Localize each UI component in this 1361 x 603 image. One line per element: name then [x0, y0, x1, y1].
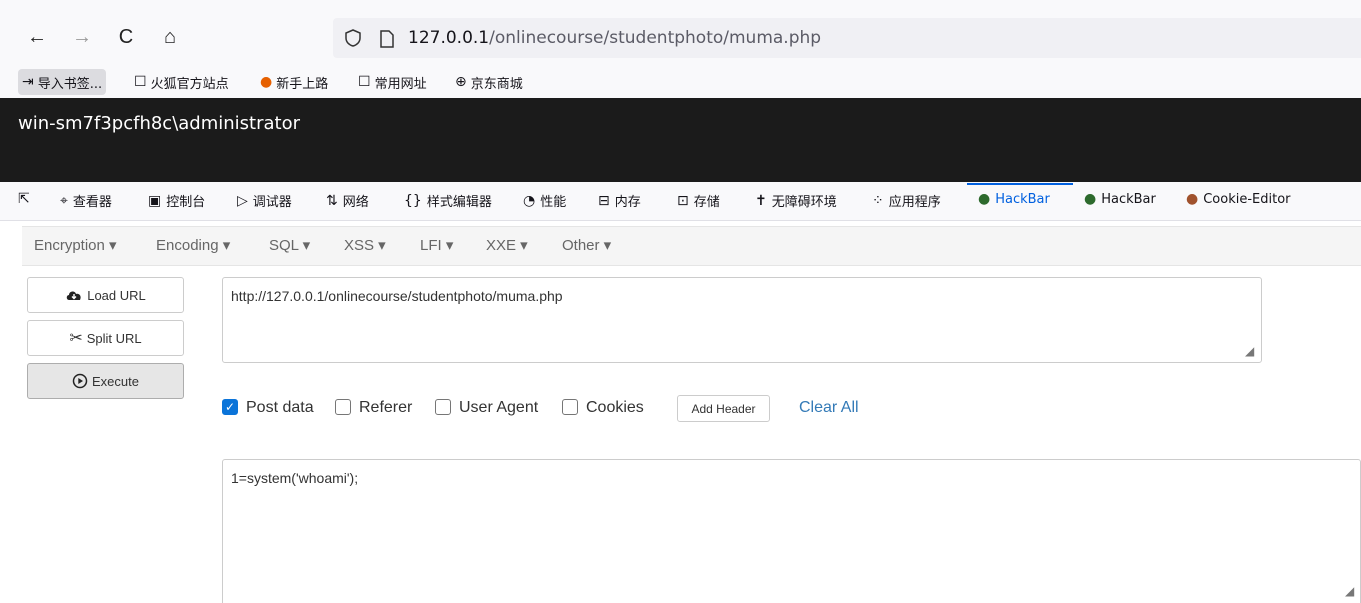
- menu-xss[interactable]: XSS ▾: [344, 236, 386, 254]
- bookmark-label: 新手上路: [276, 76, 329, 92]
- clear-all-link[interactable]: Clear All: [799, 399, 859, 417]
- referer-checkbox[interactable]: [335, 399, 351, 415]
- tab-label: Cookie-Editor: [1203, 191, 1291, 207]
- url-text[interactable]: 127.0.0.1/onlinecourse/studentphoto/muma…: [408, 28, 821, 48]
- tab-label: 调试器: [252, 195, 292, 210]
- split-url-label: Split URL: [86, 330, 142, 346]
- load-url-button[interactable]: Load URL: [27, 277, 184, 313]
- active-tab-indicator: [967, 183, 1073, 185]
- tab-accessibility[interactable]: ✝ 无障碍环境: [755, 191, 837, 211]
- network-icon: ⇅: [326, 192, 338, 209]
- tab-label: 性能: [540, 195, 567, 210]
- memory-icon: ⊟: [598, 192, 610, 209]
- resize-grip-icon[interactable]: ◢: [1345, 584, 1354, 598]
- cookie-icon: ●: [1186, 191, 1199, 207]
- tab-label: HackBar: [1101, 191, 1156, 207]
- execute-label: Execute: [92, 373, 139, 389]
- firefox-icon: ●: [260, 74, 273, 90]
- storage-icon: ⊡: [677, 192, 689, 209]
- style-editor-icon: {}: [404, 192, 422, 209]
- user-agent-checkbox[interactable]: [435, 399, 451, 415]
- post-data-textarea[interactable]: 1=system('whoami');: [222, 459, 1361, 603]
- hackbar-icon: ●: [978, 191, 991, 207]
- split-url-button[interactable]: ✂ Split URL: [27, 320, 184, 356]
- menu-other[interactable]: Other ▾: [562, 236, 611, 254]
- tab-hackbar[interactable]: ● HackBar: [1084, 191, 1156, 207]
- folder-icon: ☐: [134, 74, 147, 90]
- scissors-icon: ✂: [69, 330, 83, 347]
- url-host: 127.0.0.1: [408, 28, 490, 48]
- tab-style-editor[interactable]: {} 样式编辑器: [404, 191, 492, 211]
- resize-grip-icon[interactable]: ◢: [1245, 344, 1254, 358]
- shield-icon[interactable]: [343, 28, 363, 48]
- cookies-label: Cookies: [586, 399, 644, 416]
- load-url-label: Load URL: [87, 287, 146, 303]
- bookmark-getting-started[interactable]: ● 新手上路: [260, 69, 328, 95]
- menu-encoding[interactable]: Encoding ▾: [156, 236, 230, 254]
- tab-label: 控制台: [166, 195, 206, 210]
- tab-performance[interactable]: ◔ 性能: [523, 191, 567, 211]
- tab-label: 网络: [342, 195, 369, 210]
- tab-hackbar-active[interactable]: ● HackBar: [978, 191, 1050, 207]
- tab-console[interactable]: ▣ 控制台: [148, 191, 206, 211]
- menu-xxe[interactable]: XXE ▾: [486, 236, 528, 254]
- back-icon[interactable]: ←: [22, 22, 52, 52]
- bookmark-jd[interactable]: ⊕ 京东商城: [455, 69, 523, 95]
- bookmark-label: 火狐官方站点: [150, 76, 229, 92]
- bookmark-label: 常用网址: [374, 76, 427, 92]
- page-content: [0, 98, 1361, 182]
- tab-network[interactable]: ⇅ 网络: [326, 191, 369, 211]
- tab-debugger[interactable]: ▷ 调试器: [237, 191, 292, 211]
- debugger-icon: ▷: [237, 192, 248, 209]
- referer-label: Referer: [359, 399, 413, 416]
- pick-element-icon[interactable]: ⇱: [18, 191, 35, 207]
- inspector-icon: ⌖: [60, 192, 68, 209]
- tab-label: HackBar: [995, 191, 1050, 207]
- menu-sql[interactable]: SQL ▾: [269, 236, 310, 254]
- page-icon[interactable]: [379, 29, 395, 49]
- execute-button[interactable]: Execute: [27, 363, 184, 399]
- tab-cookie-editor[interactable]: ● Cookie-Editor: [1186, 191, 1291, 207]
- tab-label: 应用程序: [888, 195, 941, 210]
- bookmark-firefox-site[interactable]: ☐ 火狐官方站点: [134, 69, 229, 95]
- import-icon: ⇥: [22, 74, 34, 90]
- tab-label: 样式编辑器: [426, 195, 492, 210]
- home-icon[interactable]: ⌂: [155, 22, 185, 52]
- forward-icon[interactable]: →: [67, 22, 97, 52]
- menu-encryption[interactable]: Encryption ▾: [34, 236, 117, 254]
- post-data-checkbox[interactable]: ✓: [222, 399, 238, 415]
- url-path: /onlinecourse/studentphoto/muma.php: [489, 28, 822, 48]
- menu-lfi[interactable]: LFI ▾: [420, 236, 453, 254]
- performance-icon: ◔: [523, 192, 536, 209]
- cloud-download-icon: [66, 291, 81, 300]
- tab-inspector[interactable]: ⌖ 查看器: [60, 191, 112, 211]
- add-header-button[interactable]: Add Header: [677, 395, 770, 422]
- folder-icon: ☐: [358, 74, 371, 90]
- post-data-label: Post data: [246, 399, 314, 416]
- accessibility-icon: ✝: [755, 192, 767, 209]
- tab-storage[interactable]: ⊡ 存储: [677, 191, 720, 211]
- bookmark-common-sites[interactable]: ☐ 常用网址: [358, 69, 427, 95]
- bookmark-label: 导入书签...: [37, 76, 103, 92]
- reload-icon[interactable]: C: [111, 22, 141, 52]
- hackbar-icon: ●: [1084, 191, 1097, 207]
- tab-application[interactable]: ⁘ 应用程序: [872, 191, 941, 211]
- play-circle-icon: [72, 373, 88, 389]
- tab-label: 查看器: [72, 195, 112, 210]
- tab-memory[interactable]: ⊟ 内存: [598, 191, 641, 211]
- tab-label: 无障碍环境: [771, 195, 837, 210]
- application-icon: ⁘: [872, 192, 884, 209]
- url-value: http://127.0.0.1/onlinecourse/studentpho…: [231, 288, 563, 304]
- post-data-value: 1=system('whoami');: [231, 470, 359, 486]
- url-textarea[interactable]: http://127.0.0.1/onlinecourse/studentpho…: [222, 277, 1262, 363]
- bookmark-label: 京东商城: [470, 76, 523, 92]
- user-agent-label: User Agent: [459, 399, 539, 416]
- command-output: win-sm7f3pcfh8c\administrator: [18, 113, 300, 134]
- bookmark-import[interactable]: ⇥ 导入书签...: [18, 69, 107, 95]
- console-icon: ▣: [148, 192, 162, 209]
- globe-icon: ⊕: [455, 74, 467, 90]
- tab-label: 存储: [693, 195, 720, 210]
- cookies-checkbox[interactable]: [562, 399, 578, 415]
- tab-label: 内存: [614, 195, 641, 210]
